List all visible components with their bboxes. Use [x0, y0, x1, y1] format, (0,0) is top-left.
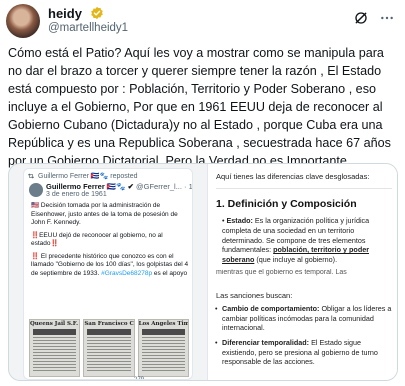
bullet-label: Cambio de comportamiento: [222, 304, 320, 313]
newspaper-images: Queens Jail S.F. Court Area San Francisc… [29, 319, 189, 377]
document-estado-paragraph: • Estado: Es la organización política y … [222, 216, 394, 265]
embedded-tweet-date: 3 de enero de 1961 [46, 191, 107, 198]
document-intro: Aquí tienes las diferencias clave desglo… [216, 172, 370, 181]
document-divider [216, 188, 392, 189]
repost-line: Guillermo Ferrer 🇨🇺🐾 reposted [38, 173, 138, 180]
display-name[interactable]: heidy [48, 6, 82, 21]
post-text: Cómo está el Patio? Aquí les voy a mostr… [8, 46, 391, 168]
post-header: heidy @martellheidy1 [0, 0, 405, 44]
document-cut-line: mientras que el gobierno es temporal. La… [216, 269, 347, 276]
embedded-hashtag: #GravsDe68278p [101, 269, 153, 277]
embedded-author-avatar [29, 183, 43, 197]
estado-tail: (que incluye al gobierno). [254, 255, 338, 265]
grok-icon[interactable] [353, 10, 369, 26]
embedded-tweet-screenshot[interactable]: Guillermo Ferrer 🇨🇺🐾 reposted Guillermo … [9, 164, 207, 380]
embedded-author-display: Guillermo Ferrer 🇨🇺🐾 ✔ [46, 182, 134, 191]
embedded-author-name: Guillermo Ferrer 🇨🇺🐾 ✔ @GFerrer_l... · 1… [46, 182, 193, 191]
estado-label: Estado: [226, 216, 253, 225]
verified-badge-icon [91, 6, 103, 20]
newspaper-title: Queens Jail S.F. Court Area [30, 321, 79, 327]
newspaper-image: Los Angeles Times [137, 319, 189, 377]
document-heading: 1. Definición y Composición [216, 198, 357, 210]
document-bullet: Cambio de comportamiento: Obligar a los … [215, 304, 394, 333]
document-screenshot[interactable]: Aquí tienes las diferencias clave desglo… [207, 164, 397, 380]
newspaper-title: San Francisco Chronicle [84, 321, 134, 327]
embedded-author-handle: @GFerrer_l... · 1h [136, 182, 193, 191]
embedded-like-count: 279 [134, 377, 145, 380]
embedded-paragraph: 🇺🇸 Decisión tomada por la administración… [31, 202, 178, 226]
bullet-label: Diferenciar temporalidad: [222, 338, 310, 347]
more-options-icon[interactable] [379, 10, 395, 26]
embedded-hashtag-suffix: es el apoyo [153, 269, 188, 277]
user-handle[interactable]: @martellheidy1 [48, 22, 128, 34]
newspaper-image: San Francisco Chronicle [83, 319, 135, 377]
embedded-paragraph: ‼️EEUU dejó de reconocer al gobierno, no… [31, 231, 163, 248]
repost-icon [28, 173, 34, 179]
avatar[interactable] [6, 4, 40, 38]
document-sanctions-intro: Las sanciones buscan: [216, 291, 293, 300]
newspaper-image: Queens Jail S.F. Court Area [29, 319, 81, 377]
post-media[interactable]: Guillermo Ferrer 🇨🇺🐾 reposted Guillermo … [8, 163, 398, 381]
embedded-tweet-text: 🇺🇸 Decisión tomada por la administración… [31, 202, 189, 282]
embedded-paragraph: ‼️ El precedente histórico que conozco e… [31, 253, 189, 279]
embedded-tweet-card: Guillermo Ferrer 🇨🇺🐾 reposted Guillermo … [23, 168, 193, 380]
newspaper-title: Los Angeles Times [138, 321, 188, 327]
document-bullet: Diferenciar temporalidad: El Estado sigu… [215, 338, 394, 367]
